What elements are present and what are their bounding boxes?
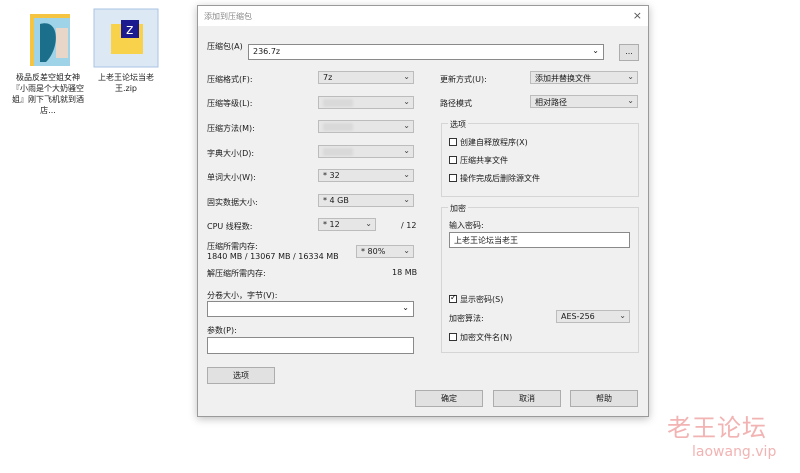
split-size-combo[interactable]: ⌄ [207, 301, 414, 317]
show-password-label: 显示密码(S) [460, 295, 504, 304]
title-bar: 添加到压缩包 × [198, 6, 648, 26]
chevron-down-icon: ⌄ [403, 246, 410, 255]
shared-label: 压缩共享文件 [460, 156, 508, 165]
encrypt-names-checkbox[interactable] [449, 333, 457, 341]
level-select[interactable]: ⌄ [318, 96, 414, 109]
dict-select[interactable]: ⌄ [318, 145, 414, 158]
format-label: 压缩格式(F): [207, 75, 253, 84]
encrypt-names-label: 加密文件名(N) [460, 333, 513, 342]
sfx-label: 创建自释放程序(X) [460, 138, 528, 147]
path-mode-label: 路径模式 [440, 99, 472, 108]
update-select[interactable]: 添加并替换文件 ⌄ [530, 71, 638, 84]
cpu-select[interactable]: * 12 ⌄ [318, 218, 376, 231]
chevron-down-icon: ⌄ [402, 303, 409, 312]
help-button[interactable]: 帮助 [570, 390, 638, 407]
split-label: 分卷大小，字节(V): [207, 291, 278, 300]
level-value-blurred [323, 99, 353, 107]
path-mode-value: 相对路径 [535, 98, 567, 107]
chevron-down-icon: ⌄ [403, 170, 410, 179]
chevron-down-icon: ⌄ [592, 46, 599, 55]
enc-method-label: 加密算法: [449, 314, 484, 323]
chevron-down-icon: ⌄ [627, 72, 634, 81]
cancel-button[interactable]: 取消 [493, 390, 561, 407]
params-input[interactable] [207, 337, 414, 354]
cpu-value: * 12 [323, 220, 340, 229]
mem-percent-select[interactable]: * 80% ⌄ [356, 245, 414, 258]
enc-method-value: AES-256 [561, 312, 595, 321]
options-group-title: 选项 [448, 119, 468, 130]
mem-decomp-label: 解压缩所需内存: [207, 269, 266, 278]
word-label: 单词大小(W): [207, 173, 256, 182]
path-mode-select[interactable]: 相对路径 ⌄ [530, 95, 638, 108]
ok-button[interactable]: 确定 [415, 390, 483, 407]
mem-decomp-value: 18 MB [392, 268, 418, 277]
chevron-down-icon: ⌄ [403, 97, 410, 106]
update-label: 更新方式(U): [440, 75, 487, 84]
desktop-icon-zip[interactable]: z 上老王论坛当老王.zip [90, 8, 162, 94]
show-password-checkbox[interactable] [449, 293, 457, 303]
enc-method-select[interactable]: AES-256 ⌄ [556, 310, 630, 323]
cpu-total: / 12 [401, 221, 417, 230]
watermark-en: laowang.vip [692, 444, 777, 460]
sfx-checkbox[interactable] [449, 138, 457, 146]
chevron-down-icon: ⌄ [403, 195, 410, 204]
word-value: * 32 [323, 171, 340, 180]
method-select[interactable]: ⌄ [318, 120, 414, 133]
folder-icon [30, 14, 70, 66]
password-value: 上老王论坛当老王 [454, 236, 518, 245]
password-label: 输入密码: [449, 221, 484, 230]
dialog-title: 添加到压缩包 [204, 12, 252, 21]
chevron-down-icon: ⌄ [403, 72, 410, 81]
cpu-label: CPU 线程数: [207, 222, 253, 231]
chevron-down-icon: ⌄ [403, 121, 410, 130]
close-icon[interactable]: × [633, 9, 642, 22]
solid-value: * 4 GB [323, 196, 349, 205]
password-input[interactable]: 上老王论坛当老王 [449, 232, 630, 248]
archive-path-value: 236.7z [253, 47, 281, 56]
zip-label: 上老王论坛当老王.zip [98, 73, 154, 93]
mem-comp-label: 压缩所需内存: [207, 242, 258, 251]
delete-after-label: 操作完成后删除源文件 [460, 174, 540, 183]
format-select[interactable]: 7z ⌄ [318, 71, 414, 84]
archive-path-combo[interactable]: 236.7z ⌄ [248, 44, 604, 60]
mem-percent-value: * 80% [361, 247, 386, 256]
solid-label: 固实数据大小: [207, 198, 258, 207]
chevron-down-icon: ⌄ [627, 96, 634, 105]
update-value: 添加并替换文件 [535, 74, 591, 83]
method-label: 压缩方法(M): [207, 124, 255, 133]
folder-label: 极品反差空姐女神『小雨是个大奶骚空姐』刚下飞机就到酒店... [12, 73, 84, 115]
chevron-down-icon: ⌄ [403, 146, 410, 155]
format-value: 7z [323, 73, 333, 82]
params-label: 参数(P): [207, 326, 237, 335]
watermark-cn: 老王论坛 [667, 414, 767, 442]
delete-after-checkbox[interactable] [449, 174, 457, 182]
add-to-archive-dialog: 添加到压缩包 × 压缩包(A) 236.7z ⌄ ... 压缩格式(F): 7z… [197, 5, 649, 417]
chevron-down-icon: ⌄ [619, 311, 626, 320]
options-button[interactable]: 选项 [207, 367, 275, 384]
method-value-blurred [323, 123, 353, 131]
mem-comp-detail: 1840 MB / 13067 MB / 16334 MB [207, 252, 339, 261]
archive-label: 压缩包(A) [207, 42, 243, 51]
shared-checkbox[interactable] [449, 156, 457, 164]
dict-value-blurred [323, 148, 353, 156]
svg-text:z: z [126, 22, 133, 38]
encryption-group-title: 加密 [448, 203, 468, 214]
chevron-down-icon: ⌄ [365, 219, 372, 228]
dict-label: 字典大小(D): [207, 149, 255, 158]
zip-archive-icon: z [93, 8, 159, 68]
browse-button[interactable]: ... [619, 44, 639, 61]
level-label: 压缩等级(L): [207, 99, 253, 108]
solid-select[interactable]: * 4 GB ⌄ [318, 194, 414, 207]
word-select[interactable]: * 32 ⌄ [318, 169, 414, 182]
desktop-icon-folder[interactable]: 极品反差空姐女神『小雨是个大奶骚空姐』刚下飞机就到酒店... [12, 8, 84, 116]
